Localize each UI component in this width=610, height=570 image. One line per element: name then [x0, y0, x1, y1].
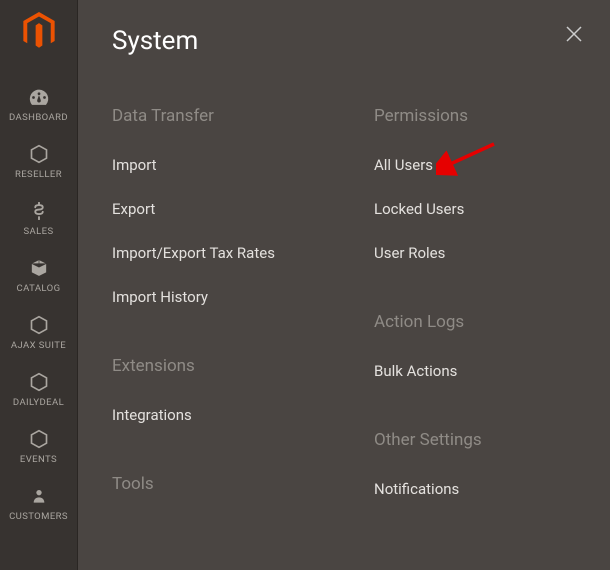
gauge-icon: [28, 86, 50, 108]
menu-column-left: Data Transfer Import Export Import/Expor…: [112, 106, 314, 524]
nav-customers[interactable]: CUSTOMERS: [0, 475, 77, 532]
panel-title: System: [112, 26, 576, 56]
link-all-users[interactable]: All Users: [374, 156, 576, 174]
close-button[interactable]: [562, 24, 586, 48]
nav-sales[interactable]: SALES: [0, 190, 77, 247]
section-heading-action-logs: Action Logs: [374, 312, 576, 332]
section-heading-tools: Tools: [112, 474, 314, 494]
nav-label: EVENTS: [20, 454, 57, 465]
hexagon-icon: [29, 371, 49, 393]
link-integrations[interactable]: Integrations: [112, 406, 314, 424]
nav-label: DAILYDEAL: [13, 397, 64, 408]
nav-ajaxsuite[interactable]: AJAX SUITE: [0, 304, 77, 361]
magento-logo-icon[interactable]: [22, 12, 56, 54]
link-import[interactable]: Import: [112, 156, 314, 174]
link-export[interactable]: Export: [112, 200, 314, 218]
link-bulk-actions[interactable]: Bulk Actions: [374, 362, 576, 380]
nav-label: CATALOG: [17, 283, 61, 294]
person-icon: [31, 485, 47, 507]
menu-column-right: Permissions All Users Locked Users User …: [374, 106, 576, 524]
hexagon-icon: [29, 143, 49, 165]
menu-columns: Data Transfer Import Export Import/Expor…: [112, 106, 576, 524]
close-icon: [566, 26, 582, 46]
box-icon: [29, 257, 49, 279]
link-import-history[interactable]: Import History: [112, 288, 314, 306]
admin-sidebar: DASHBOARD RESELLER SALES CATALOG AJAX SU…: [0, 0, 78, 570]
nav-catalog[interactable]: CATALOG: [0, 247, 77, 304]
nav-label: DASHBOARD: [9, 112, 68, 123]
link-notifications[interactable]: Notifications: [374, 480, 576, 498]
nav-dashboard[interactable]: DASHBOARD: [0, 76, 77, 133]
nav-dailydeal[interactable]: DAILYDEAL: [0, 361, 77, 418]
hexagon-icon: [29, 314, 49, 336]
nav-label: RESELLER: [15, 169, 62, 180]
nav-events[interactable]: EVENTS: [0, 418, 77, 475]
section-heading-data-transfer: Data Transfer: [112, 106, 314, 126]
link-import-export-tax-rates[interactable]: Import/Export Tax Rates: [112, 244, 314, 262]
section-heading-other-settings: Other Settings: [374, 430, 576, 450]
nav-label: CUSTOMERS: [9, 511, 68, 522]
nav-reseller[interactable]: RESELLER: [0, 133, 77, 190]
section-heading-permissions: Permissions: [374, 106, 576, 126]
hexagon-icon: [29, 428, 49, 450]
section-heading-extensions: Extensions: [112, 356, 314, 376]
dollar-icon: [30, 200, 48, 222]
nav-label: SALES: [24, 226, 54, 237]
system-flyout-panel: System Data Transfer Import Export Impor…: [78, 0, 610, 570]
link-locked-users[interactable]: Locked Users: [374, 200, 576, 218]
nav-label: AJAX SUITE: [11, 340, 66, 351]
link-user-roles[interactable]: User Roles: [374, 244, 576, 262]
